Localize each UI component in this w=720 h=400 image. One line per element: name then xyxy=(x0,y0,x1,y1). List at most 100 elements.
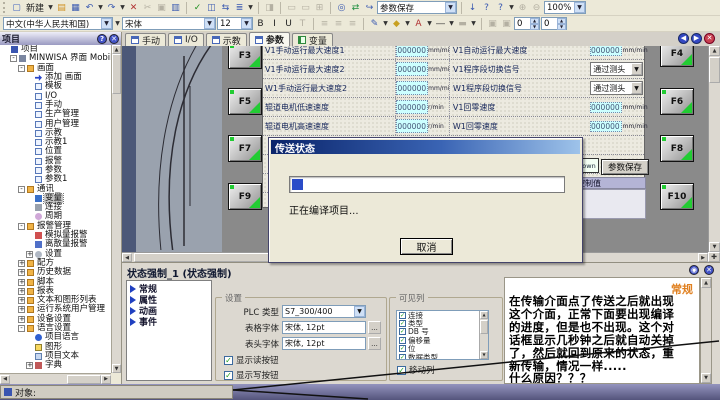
fkey-F5[interactable]: F5 xyxy=(228,88,262,115)
line-style-icon[interactable]: ― xyxy=(434,17,447,30)
fkey-F9[interactable]: F9 xyxy=(228,183,262,210)
checkbox-checked-icon[interactable]: ✓ xyxy=(399,337,406,344)
align-left-icon[interactable]: ≡ xyxy=(318,17,331,30)
fkey-F3[interactable]: F3 xyxy=(228,46,262,69)
align-center-icon[interactable]: ≡ xyxy=(332,17,345,30)
param-value-field[interactable]: 000000 xyxy=(396,119,428,133)
header-font-browse-button[interactable]: ... xyxy=(368,337,381,350)
pin-icon[interactable]: ◉ xyxy=(689,265,699,275)
tab-手动[interactable]: 手动 xyxy=(125,33,166,46)
chevron-down-icon[interactable]: ▼ xyxy=(241,18,252,29)
new-button[interactable]: 新建 xyxy=(24,1,46,14)
chevron-down-icon[interactable]: ▼ xyxy=(101,18,112,29)
chevron-down-icon[interactable]: ▼ xyxy=(47,4,54,11)
font-color-icon[interactable]: A xyxy=(412,17,425,30)
size-icon[interactable]: ▭ xyxy=(299,1,312,14)
pane-icon[interactable]: ◨ xyxy=(263,1,276,14)
scroll-down-icon[interactable]: ▼ xyxy=(112,364,121,373)
chevron-down-icon[interactable]: ▼ xyxy=(631,63,642,75)
open-icon[interactable]: ▤ xyxy=(55,1,68,14)
show-write-checkbox[interactable]: ✓ 显示写按钮 xyxy=(224,369,279,381)
fill-color-icon[interactable]: ◆ xyxy=(390,17,403,30)
tree-item-MINWISA 界面 Mobile Pane[interactable]: -MINWISA 界面 Mobile Pane xyxy=(0,54,111,63)
checkbox-checked-icon[interactable]: ✓ xyxy=(399,328,406,335)
chevron-down-icon[interactable]: ▼ xyxy=(354,306,365,317)
align-icon[interactable]: ▭ xyxy=(285,1,298,14)
replace-icon[interactable]: ⇄ xyxy=(349,1,362,14)
scroll-right-icon[interactable]: ▶ xyxy=(101,375,111,384)
language-select[interactable]: 中文(中华人民共和国)▼ xyxy=(3,17,113,30)
tab-变量[interactable]: 变量 xyxy=(292,33,333,46)
param-value-field[interactable]: 000000 xyxy=(396,100,428,114)
expand-icon[interactable]: + xyxy=(18,316,25,323)
copy-icon[interactable]: ▣ xyxy=(155,1,168,14)
chevron-down-icon[interactable]: ▼ xyxy=(574,2,585,13)
scroll-thumb[interactable] xyxy=(480,320,488,334)
table-font-field[interactable]: 宋体, 12pt xyxy=(282,321,366,334)
tree-item-设置[interactable]: +设置 xyxy=(0,250,111,259)
column-checkbox-数据类型[interactable]: ✓数据类型 xyxy=(397,353,488,360)
spin-down-icon[interactable]: ▼ xyxy=(557,24,566,30)
table-font-browse-button[interactable]: ... xyxy=(368,321,381,334)
chevron-down-icon[interactable]: ▼ xyxy=(426,20,433,27)
line-width-icon[interactable]: ▬ xyxy=(456,17,469,30)
property-nav-事件[interactable]: 事件 xyxy=(127,316,211,327)
expand-icon[interactable]: + xyxy=(26,362,33,369)
chevron-down-icon[interactable]: ▼ xyxy=(114,20,121,27)
transfer-icon[interactable]: ↓ xyxy=(466,1,479,14)
font-size-select[interactable]: 12▼ xyxy=(217,17,253,30)
param-select[interactable]: 通过测头▼ xyxy=(590,62,643,76)
help-vscrollbar[interactable]: ▲ ▼ xyxy=(700,277,712,384)
param-select[interactable]: 通过测头▼ xyxy=(590,81,643,95)
dialog-titlebar[interactable]: 传送状态 xyxy=(271,140,580,154)
tab-I/O[interactable]: I/O xyxy=(168,33,204,46)
chevron-down-icon[interactable]: ▼ xyxy=(204,18,215,29)
cut-icon[interactable]: ✂ xyxy=(141,1,154,14)
zoom-select[interactable]: 100%▼ xyxy=(544,1,586,14)
check-consistency-icon[interactable]: ✓ xyxy=(191,1,204,14)
cancel-button[interactable]: 取消 xyxy=(400,238,453,255)
scroll-up-icon[interactable]: ▲ xyxy=(701,278,711,288)
plc-type-select[interactable]: S7_300/400▼ xyxy=(282,305,366,318)
group-icon[interactable]: ▣ xyxy=(500,17,513,30)
fkey-F8[interactable]: F8 xyxy=(660,135,694,162)
underline-button[interactable]: U xyxy=(282,17,295,30)
scroll-up-icon[interactable]: ▲ xyxy=(480,311,488,319)
chevron-down-icon[interactable]: ▼ xyxy=(119,4,126,11)
fkey-F4[interactable]: F4 xyxy=(660,46,694,67)
param-value-field[interactable]: 000000 xyxy=(590,46,622,56)
project-tree-vscrollbar[interactable]: ▲ ▼ xyxy=(111,45,121,373)
chevron-down-icon[interactable]: ▼ xyxy=(508,4,515,11)
collapse-icon[interactable]: - xyxy=(18,325,25,332)
checkbox-checked-icon[interactable]: ✓ xyxy=(399,354,406,360)
find-icon[interactable]: ◎ xyxy=(335,1,348,14)
project-tree-hscrollbar[interactable]: ◀ ▶ xyxy=(0,373,111,384)
param-value-field[interactable]: 000000 xyxy=(590,102,622,113)
checkbox-checked-icon[interactable]: ✓ xyxy=(399,312,406,319)
scroll-thumb[interactable] xyxy=(709,57,720,83)
delete-icon[interactable]: ✕ xyxy=(127,1,140,14)
project-close-button[interactable]: ✕ xyxy=(109,34,119,44)
grid-icon[interactable]: ⊞ xyxy=(313,1,326,14)
project-help-button[interactable]: ? xyxy=(97,34,107,44)
expand-icon[interactable]: + xyxy=(26,251,33,258)
param-value-field[interactable]: 000000 xyxy=(396,62,428,76)
expand-icon[interactable]: + xyxy=(18,288,25,295)
scroll-down-icon[interactable]: ▼ xyxy=(480,351,488,359)
editor-vscrollbar[interactable]: ▲ ▼ xyxy=(708,46,720,252)
redo-icon[interactable]: ↷ xyxy=(105,1,118,14)
y-position-spinner[interactable]: 0▲▼ xyxy=(541,17,567,30)
collapse-icon[interactable]: - xyxy=(18,186,25,193)
zoom-out-icon[interactable]: ⊖ xyxy=(530,1,543,14)
italic-button[interactable]: I xyxy=(268,17,281,30)
expand-icon[interactable]: + xyxy=(18,297,25,304)
compile-icon[interactable]: ◫ xyxy=(205,1,218,14)
close-editor-button[interactable]: ✕ xyxy=(704,33,715,44)
expand-icon[interactable]: + xyxy=(18,279,25,286)
chevron-down-icon[interactable]: ▼ xyxy=(382,20,389,27)
param-value-field[interactable]: 000000 xyxy=(396,46,428,57)
fkey-F10[interactable]: F10 xyxy=(660,183,694,210)
tab-参数[interactable]: 参数 xyxy=(249,32,290,46)
scroll-left-icon[interactable]: ◀ xyxy=(122,253,132,262)
chevron-down-icon[interactable]: ▼ xyxy=(404,20,411,27)
